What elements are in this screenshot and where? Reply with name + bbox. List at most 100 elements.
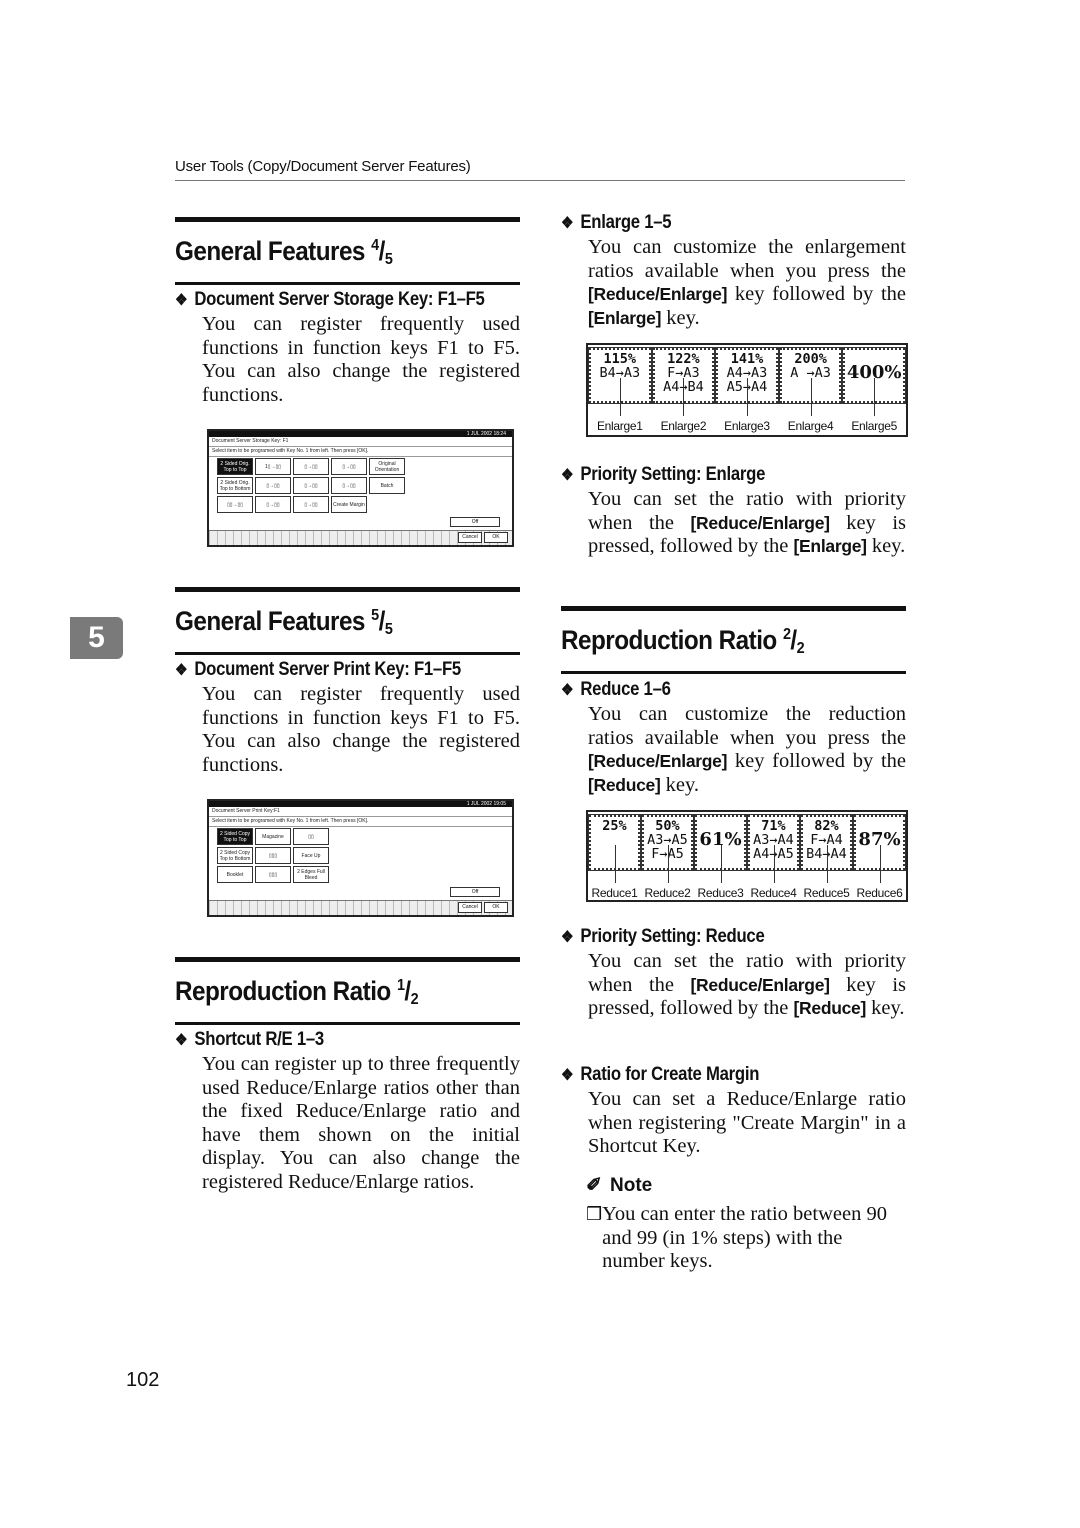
section-title: Reproduction Ratio 2/2	[561, 625, 805, 657]
pencil-icon: ✐	[586, 1175, 602, 1196]
item-priority-reduce: ❖ Priority Setting: Reduce You can set th…	[561, 926, 906, 1021]
screen-option-button[interactable]: ▯→▯▯	[293, 496, 329, 513]
screen-print-key: 1 JUL 2002 19:05 Document Server Print K…	[207, 799, 514, 917]
ratio-key-label: Enlarge5	[842, 378, 906, 434]
item-body: You can set the ratio with priority when…	[588, 950, 906, 1020]
off-button[interactable]: Off	[450, 887, 500, 897]
off-button[interactable]: Off	[450, 517, 500, 527]
running-head: User Tools (Copy/Document Server Feature…	[175, 158, 905, 181]
section-reproduction-ratio-2: Reproduction Ratio 2/2	[561, 606, 906, 674]
screen-option-button[interactable]: Booklet	[217, 866, 253, 883]
item-shortcut-re: ❖ Shortcut R/E 1–3 You can register up to…	[175, 1029, 520, 1195]
screen-option-button[interactable]: ▯▯	[293, 828, 329, 845]
screen-instruction: Select item to be programed with Key No.…	[209, 817, 512, 827]
item-body: You can set a Reduce/Enlarge ratio when …	[588, 1088, 906, 1158]
rule-thin	[175, 282, 520, 285]
screen-title: Document Server Print Key:F1	[209, 807, 512, 817]
screen-title: Document Server Storage Key: F1	[209, 437, 512, 447]
section-general-features-5: General Features 5/5	[175, 587, 520, 655]
ratio-key-label: Reduce2	[641, 845, 694, 901]
screen-option-button[interactable]: Face Up	[293, 847, 329, 864]
screen-storage-key: 1 JUL 2002 18:24 Document Server Storage…	[207, 429, 514, 547]
screen-option-button[interactable]: ▯▯▯	[255, 847, 291, 864]
screen-option-button[interactable]: ▯→▯▯	[255, 477, 291, 494]
item-create-margin: ❖ Ratio for Create Margin You can set a R…	[561, 1064, 906, 1159]
screen-option-button[interactable]: Magazine	[255, 828, 291, 845]
ratio-key-label: Enlarge3	[715, 378, 779, 434]
screen-option-button[interactable]: Batch	[369, 477, 405, 494]
checkbox-bullet-icon: ❒	[586, 1204, 603, 1224]
ratio-key-label: Reduce1	[588, 845, 641, 901]
item-heading: ❖ Ratio for Create Margin	[561, 1064, 760, 1085]
ratio-key-label: Reduce6	[853, 845, 906, 901]
cancel-button[interactable]: Cancel	[458, 902, 482, 913]
screen-instruction: Select item to be programed with Key No.…	[209, 447, 512, 457]
ratio-percent: 200%	[794, 351, 827, 367]
cancel-button[interactable]: Cancel	[458, 532, 482, 543]
item-body: You can customize the reduction ratios a…	[588, 703, 906, 796]
chapter-tab: 5	[70, 617, 123, 659]
item-body: You can customize the enlargement ratios…	[588, 236, 906, 329]
diamond-bullet-icon: ❖	[561, 215, 574, 232]
screen-button-grid: 2 Sided Copy Top to Top Magazine ▯▯ 2 Sided…	[217, 828, 329, 883]
key-reduce: [Reduce]	[793, 998, 867, 1019]
screen-option-button[interactable]: ▯→▯▯	[331, 458, 367, 475]
screen-option-button[interactable]: ▯▯▯	[255, 866, 291, 883]
item-body: You can register frequently used functio…	[202, 313, 520, 406]
rule-thin	[175, 652, 520, 655]
item-body: You can register up to three frequently …	[202, 1053, 520, 1193]
item-heading: ❖ Shortcut R/E 1–3	[175, 1029, 324, 1050]
ratio-labels: Enlarge1 Enlarge2 Enlarge3 Enlarge4 Enlarge5	[588, 378, 906, 434]
section-title: General Features 4/5	[175, 236, 393, 268]
screen-option-button[interactable]: 2 Sided Orig. Top to Bottom	[217, 477, 253, 494]
section-title: General Features 5/5	[175, 606, 393, 638]
key-reduce-enlarge: [Reduce/Enlarge]	[588, 751, 728, 772]
screen-option-button[interactable]: ▯→▯▯	[255, 496, 291, 513]
rule-thin	[175, 1022, 520, 1025]
item-storage-key: ❖ Document Server Storage Key: F1–F5 You …	[175, 289, 520, 407]
ratio-percent: 141%	[730, 351, 764, 367]
section-title: Reproduction Ratio 1/2	[175, 976, 419, 1008]
screen-option-button[interactable]: 2 Sided Orig. Top to Top	[217, 458, 253, 475]
screen-option-button[interactable]: 2 Edges Full Bleed	[293, 866, 329, 883]
ratio-percent: 115%	[603, 351, 637, 367]
item-heading: ❖ Enlarge 1–5	[561, 212, 672, 233]
item-body: You can set the ratio with priority when…	[588, 488, 906, 558]
ok-button[interactable]: OK	[484, 902, 508, 913]
rule-thin	[561, 671, 906, 674]
screen-option-button[interactable]: ▯→▯▯	[331, 477, 367, 494]
ratio-percent: 25%	[602, 818, 627, 834]
item-enlarge: ❖ Enlarge 1–5 You can customize the enlar…	[561, 212, 906, 330]
screen-option-button[interactable]: 2 Sided Copy Top to Bottom	[217, 847, 253, 864]
screen-option-button[interactable]: ▯▯→▯▯	[217, 496, 253, 513]
page-number: 102	[126, 1369, 160, 1391]
ratio-percent: 71%	[761, 818, 786, 834]
screen-option-button[interactable]: 2 Sided Copy Top to Top	[217, 828, 253, 845]
screen-option-button[interactable]: ▯→▯▯	[293, 477, 329, 494]
enlarge-ratio-panel: 115% B4→A3 122% F→A3 A4→B4 141% A4→A3 A5→A4 200%…	[586, 343, 908, 437]
diamond-bullet-icon: ❖	[561, 467, 574, 484]
item-reduce: ❖ Reduce 1–6 You can customize the reduct…	[561, 679, 906, 797]
ratio-key-label: Enlarge1	[588, 378, 652, 434]
screen-option-button[interactable]: Create Margin	[331, 496, 367, 513]
ratio-keys: 25% 50% A3→A5 F→A5 61% 71% A3→A4 A4→A5 82% F→A4 B4…	[588, 812, 906, 871]
item-heading: ❖ Document Server Print Key: F1–F5	[175, 659, 461, 680]
screen-option-button[interactable]: ▯→▯▯	[293, 458, 329, 475]
note-heading: ✐ Note	[586, 1175, 653, 1196]
diamond-bullet-icon: ❖	[175, 662, 188, 679]
ratio-percent: 82%	[814, 818, 839, 834]
item-heading: ❖ Priority Setting: Reduce	[561, 926, 765, 947]
ratio-key-label: Reduce4	[747, 845, 800, 901]
item-print-key: ❖ Document Server Print Key: F1–F5 You ca…	[175, 659, 520, 777]
ratio-percent: 122%	[667, 351, 700, 367]
section-general-features-4: General Features 4/5	[175, 217, 520, 285]
ratio-key-label: Reduce3	[694, 845, 747, 901]
diamond-bullet-icon: ❖	[175, 292, 188, 309]
ratio-key-label: Enlarge2	[652, 378, 716, 434]
screen-button-grid: 2 Sided Orig. Top to Top 1▯→▯▯ ▯→▯▯ ▯→▯▯ Ori…	[217, 458, 405, 513]
ok-button[interactable]: OK	[484, 532, 508, 543]
ratio-key-label: Enlarge4	[779, 378, 843, 434]
reduce-ratio-panel: 25% 50% A3→A5 F→A5 61% 71% A3→A4 A4→A5 82% F→A4 B4…	[586, 810, 908, 902]
screen-option-button[interactable]: 1▯→▯▯	[255, 458, 291, 475]
screen-option-button[interactable]: Original Orientation	[369, 458, 405, 475]
